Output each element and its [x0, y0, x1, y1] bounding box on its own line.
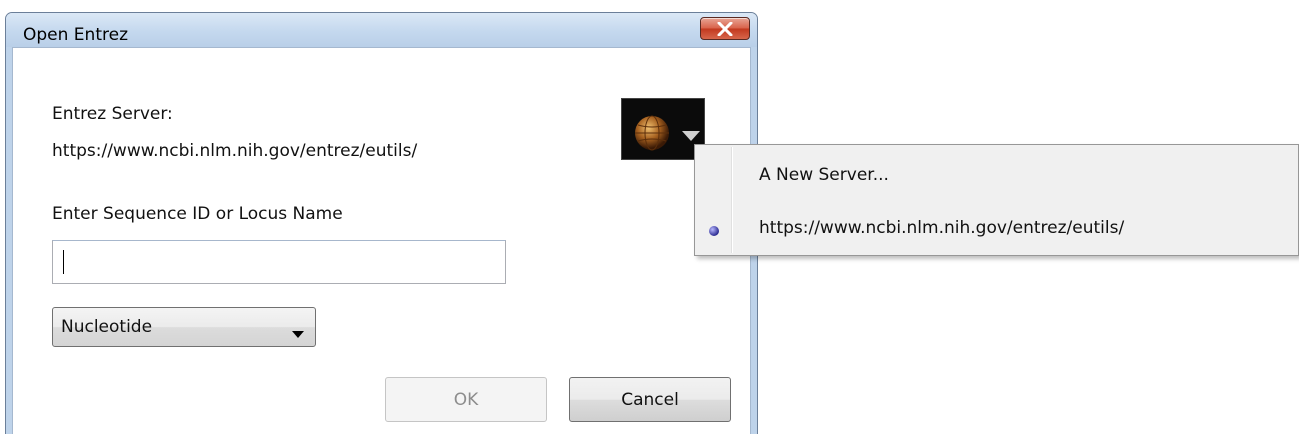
server-dropdown-menu: A New Server... https://www.ncbi.nlm.nih… — [694, 144, 1299, 256]
menu-item-label: A New Server... — [759, 165, 889, 185]
close-icon — [701, 18, 749, 39]
dropdown-arrow-icon — [292, 323, 304, 342]
cancel-button[interactable]: Cancel — [569, 377, 731, 422]
close-button[interactable] — [700, 17, 750, 40]
chevron-down-icon — [682, 126, 700, 145]
menu-item-label: https://www.ncbi.nlm.nih.gov/entrez/euti… — [759, 218, 1125, 238]
sequence-id-input[interactable] — [52, 240, 506, 284]
globe-icon — [632, 113, 672, 157]
ok-button[interactable]: OK — [385, 377, 547, 422]
server-menu-button[interactable] — [621, 98, 705, 160]
entrez-server-url: https://www.ncbi.nlm.nih.gov/entrez/euti… — [52, 141, 418, 161]
database-select[interactable]: Nucleotide — [52, 307, 316, 347]
database-select-value: Nucleotide — [61, 317, 153, 337]
text-caret — [63, 250, 64, 274]
sequence-id-label: Enter Sequence ID or Locus Name — [52, 204, 343, 224]
window-title: Open Entrez — [23, 25, 128, 45]
menu-item-new-server[interactable]: A New Server... — [697, 151, 1296, 199]
menu-item-ncbi-server[interactable]: https://www.ncbi.nlm.nih.gov/entrez/euti… — [697, 204, 1296, 252]
entrez-server-label: Entrez Server: — [52, 104, 173, 124]
radio-selected-icon — [708, 222, 720, 241]
screen: Open Entrez Entrez Server: https://www.n… — [0, 0, 1299, 434]
title-bar[interactable]: Open Entrez — [6, 13, 757, 47]
